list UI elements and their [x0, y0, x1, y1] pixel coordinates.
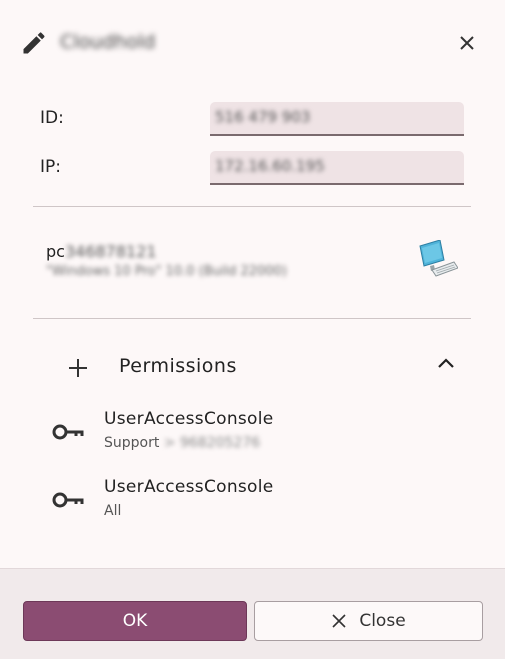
- computer-icon: [419, 240, 458, 277]
- dialog-title: Cloudhold: [60, 31, 156, 53]
- device-name-prefix: pc: [46, 242, 65, 261]
- id-value: 516 479 903: [215, 108, 311, 126]
- device-name: pc346878121: [46, 242, 157, 261]
- close-button-label: Close: [359, 611, 406, 631]
- device-info: pc346878121 "Windows 10 Pro" 10.0 (Build…: [46, 240, 466, 286]
- permission-scope-detail: > 968205276: [163, 435, 261, 451]
- add-permission-icon[interactable]: [66, 356, 90, 380]
- permission-name: UserAccessConsole: [104, 477, 274, 497]
- ip-row: IP: 172.16.60.195: [40, 151, 470, 187]
- id-field[interactable]: 516 479 903: [210, 102, 464, 136]
- permission-scope: Support > 968205276: [104, 435, 260, 451]
- key-icon: [52, 492, 84, 508]
- ip-field[interactable]: 172.16.60.195: [210, 151, 464, 185]
- permission-scope: All: [104, 503, 121, 519]
- permissions-title: Permissions: [119, 355, 237, 377]
- permissions-header: Permissions: [60, 350, 470, 386]
- close-icon: [332, 614, 346, 628]
- divider: [33, 206, 471, 207]
- divider: [33, 318, 471, 319]
- permission-name: UserAccessConsole: [104, 409, 274, 429]
- ok-button-label: OK: [122, 611, 148, 631]
- pencil-icon[interactable]: [20, 29, 48, 57]
- dialog-header: Cloudhold: [0, 0, 505, 84]
- ok-button[interactable]: OK: [23, 601, 247, 641]
- permission-item[interactable]: UserAccessConsole Support > 968205276: [52, 409, 472, 459]
- close-icon[interactable]: [455, 31, 479, 55]
- dialog: Cloudhold ID: 516 479 903 IP: 172.16.60.…: [0, 0, 505, 659]
- key-icon: [52, 424, 84, 440]
- chevron-up-icon[interactable]: [434, 352, 458, 376]
- close-button[interactable]: Close: [254, 601, 483, 641]
- permission-scope-label: All: [104, 503, 122, 519]
- ip-value: 172.16.60.195: [215, 157, 325, 175]
- ip-label: IP:: [40, 157, 61, 177]
- device-os: "Windows 10 Pro" 10.0 (Build 22000): [46, 264, 287, 279]
- device-name-suffix: 346878121: [64, 242, 157, 261]
- id-label: ID:: [40, 108, 64, 128]
- permission-scope-label: Support: [104, 435, 160, 451]
- permission-item[interactable]: UserAccessConsole All: [52, 477, 472, 527]
- id-row: ID: 516 479 903: [40, 102, 470, 138]
- dialog-footer: OK Close: [0, 568, 505, 659]
